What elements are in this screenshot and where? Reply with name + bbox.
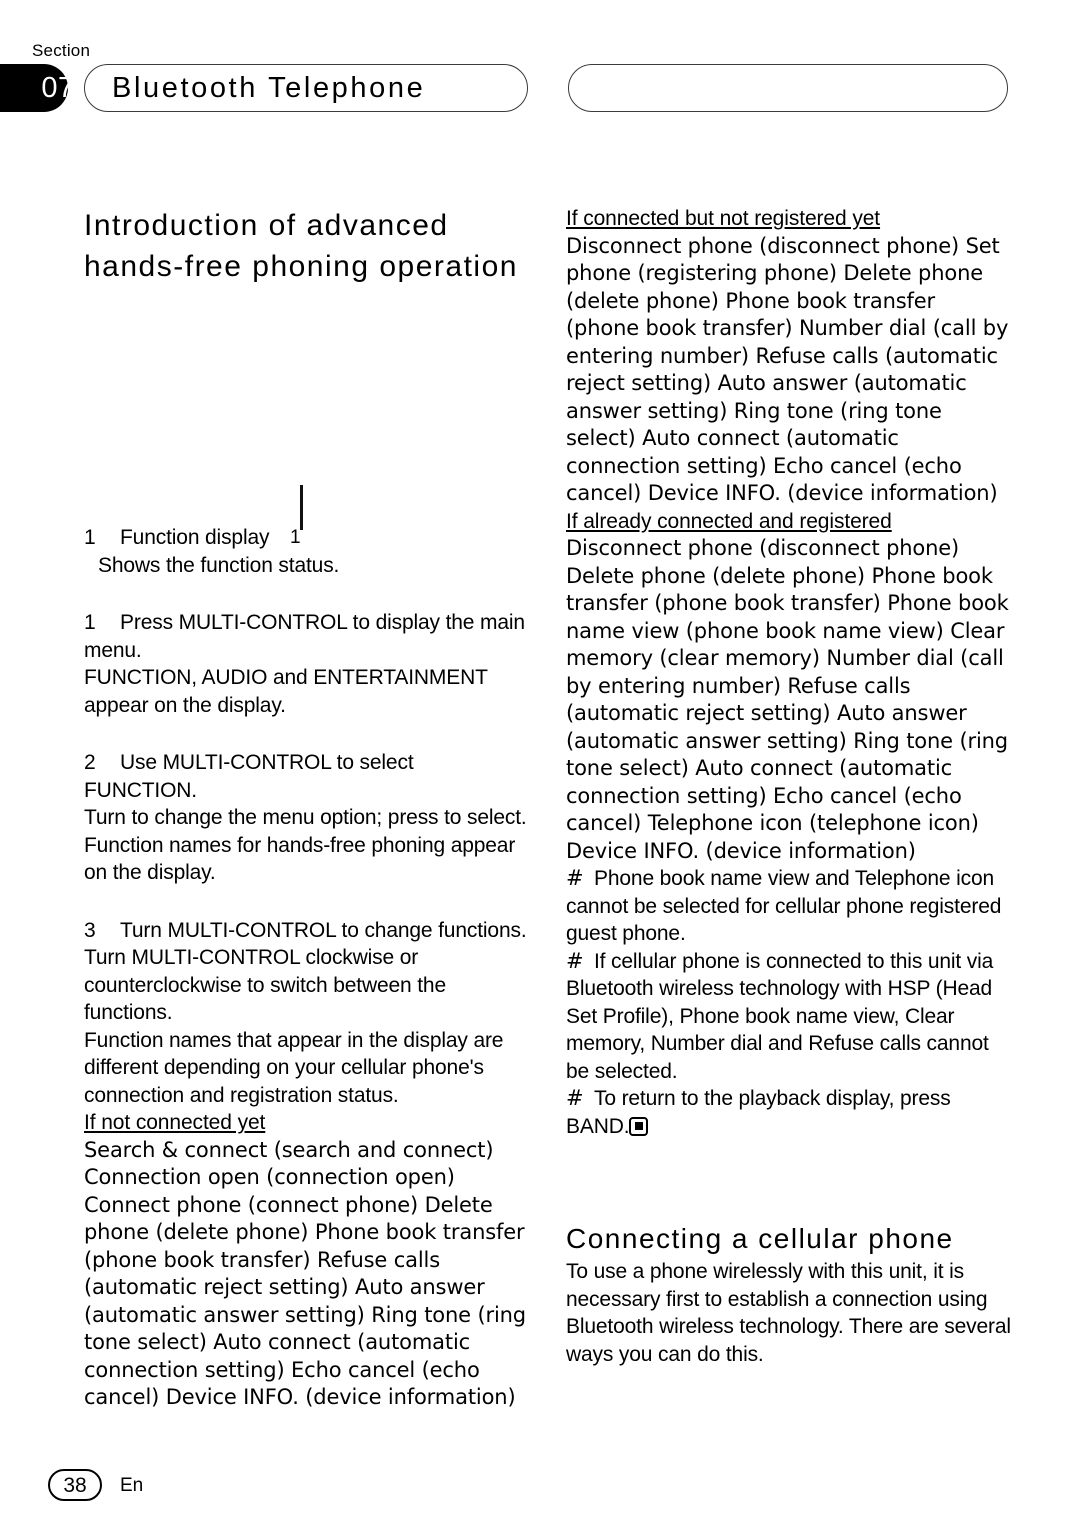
step-2-text: Use MULTI-CONTROL to select FUNCTION. xyxy=(84,751,414,802)
note-1: # Phone book name view and Telephone icon… xyxy=(566,865,1014,948)
note-3-text: To return to the playback display, press… xyxy=(566,1087,951,1138)
right-header-pill xyxy=(568,64,1008,112)
note-2-text: If cellular phone is connected to this u… xyxy=(566,949,994,1083)
state-heading-not-connected: If not connected yet xyxy=(84,1111,266,1134)
callout-legend-label: Function display xyxy=(120,526,270,549)
page-footer: 38 En xyxy=(48,1469,143,1501)
step-3-number: 3 xyxy=(84,918,96,942)
step-1-number: 1 xyxy=(84,611,96,634)
state-functions-not-connected: Search & connect (search and connect) Co… xyxy=(84,1137,526,1410)
step-1-instruction: 1 Press MULTI-CONTROL to display the main… xyxy=(84,609,532,664)
step-2-number: 2 xyxy=(84,751,96,774)
function-display-figure: 1 xyxy=(84,287,532,548)
step-3-detail: Turn MULTI-CONTROL clockwise or counterc… xyxy=(84,946,446,1024)
note-3-marker: # xyxy=(566,1086,584,1110)
figure-leader-line xyxy=(300,485,303,530)
chapter-title: Bluetooth Telephone xyxy=(112,72,426,104)
step-1-text: Press MULTI-CONTROL to display the main … xyxy=(84,611,525,662)
subsection-title: Connecting a cellular phone xyxy=(566,1223,954,1254)
left-column: Introduction of advanced hands-free phon… xyxy=(84,205,532,1412)
callout-legend-number: 1 xyxy=(84,526,96,549)
state-functions-connected-unregistered: Disconnect phone (disconnect phone) Set … xyxy=(566,233,1009,506)
section-number: 07 xyxy=(41,72,75,104)
step-3-text: Turn MULTI-CONTROL to change functions. xyxy=(120,918,527,942)
step-3-detail-2: Function names that appear in the displa… xyxy=(84,1028,504,1107)
note-2: # If cellular phone is connected to this … xyxy=(566,948,1014,1086)
state-heading-connected-registered: If already connected and registered xyxy=(566,509,892,533)
note-1-text: Phone book name view and Telephone icon … xyxy=(566,867,1002,945)
step-1-detail: FUNCTION, AUDIO and ENTERTAINMENT appear… xyxy=(84,666,488,717)
language-code: En xyxy=(120,1474,144,1496)
callout-legend-title: 1 Function display xyxy=(84,524,532,552)
step-2-detail-2: Function names for hands-free phoning ap… xyxy=(84,833,516,885)
page-number: 38 xyxy=(48,1469,102,1501)
note-end-marker-icon xyxy=(629,1116,649,1136)
right-column: If connected but not registered yet Disc… xyxy=(566,205,1014,1368)
note-2-marker: # xyxy=(566,948,584,973)
figure-callout-number: 1 xyxy=(290,527,301,548)
note-3: # To return to the playback display, pres… xyxy=(566,1085,1014,1140)
callout-legend-description: Shows the function status. xyxy=(98,553,340,577)
page-header: Section 07 Bluetooth Telephone xyxy=(0,0,1080,150)
subsection-body: To use a phone wirelessly with this unit… xyxy=(566,1260,1011,1366)
step-2-detail: Turn to change the menu option; press to… xyxy=(84,806,527,829)
state-functions-connected-registered: Disconnect phone (disconnect phone) Dele… xyxy=(566,536,1009,863)
step-2-instruction: 2 Use MULTI-CONTROL to select FUNCTION. xyxy=(84,749,532,804)
step-3-instruction: 3 Turn MULTI-CONTROL to change functions. xyxy=(84,917,532,945)
section-label: Section xyxy=(32,41,91,60)
note-1-marker: # xyxy=(566,866,584,890)
state-heading-connected-unregistered: If connected but not registered yet xyxy=(566,207,881,230)
page-title: Introduction of advanced hands-free phon… xyxy=(84,209,518,283)
